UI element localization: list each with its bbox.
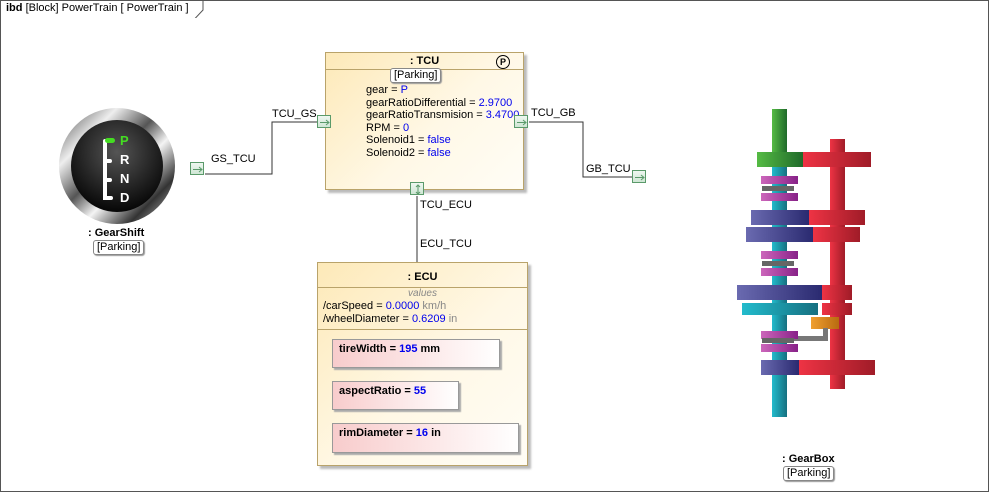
tcu-badge: P bbox=[496, 55, 510, 69]
port-gs-tcu[interactable] bbox=[190, 162, 204, 175]
port-gb-tcu[interactable] bbox=[632, 170, 646, 183]
port-tcu-gb[interactable] bbox=[514, 115, 528, 128]
arrow-right-icon bbox=[517, 119, 527, 126]
gear-position-r: R bbox=[120, 152, 130, 167]
part-tire-width[interactable]: tireWidth = 195 mm bbox=[332, 339, 500, 368]
arrow-bidirectional-icon bbox=[415, 184, 421, 195]
tcu-prop: gear = P bbox=[366, 84, 408, 96]
ecu-values: /carSpeed = 0.0000 km/h /wheelDiameter =… bbox=[323, 300, 457, 325]
tcu-prop: Solenoid1 = false bbox=[366, 134, 451, 147]
arrow-right-icon bbox=[193, 166, 203, 173]
tcu-prop: RPM = 0 bbox=[366, 121, 410, 134]
gearbox-name: : GearBox bbox=[782, 453, 835, 465]
gearshift-positions: P R N D bbox=[120, 131, 129, 207]
label-ecu-tcu: ECU_TCU bbox=[420, 238, 472, 250]
label-tcu-gb: TCU_GB bbox=[531, 107, 576, 119]
gear-position-p: P bbox=[120, 133, 129, 148]
label-tcu-gs: TCU_GS bbox=[272, 108, 317, 120]
gear-position-n: N bbox=[120, 171, 130, 186]
tcu-prop: gearRatioDifferential = 2.9700 bbox=[366, 96, 513, 109]
tcu-properties: gear = P gearRatioDifferential = 2.9700 … bbox=[366, 84, 519, 160]
tcu-block[interactable]: : TCU P [Parking] gear = P gearRatioDiff… bbox=[325, 52, 524, 190]
label-gs-tcu: GS_TCU bbox=[211, 153, 256, 165]
gearshift-state: [Parking] bbox=[93, 240, 145, 255]
ecu-value: /wheelDiameter = 0.6209 in bbox=[323, 312, 458, 325]
gear-position-d: D bbox=[120, 190, 130, 205]
label-gb-tcu: GB_TCU bbox=[586, 163, 631, 175]
part-aspect-ratio[interactable]: aspectRatio = 55 bbox=[332, 381, 459, 410]
gearshift-knob[interactable] bbox=[58, 108, 178, 228]
tcu-state: [Parking] bbox=[390, 68, 442, 83]
ecu-name: : ECU bbox=[407, 271, 438, 283]
ecu-values-heading: values bbox=[408, 288, 437, 299]
gearbox-image[interactable] bbox=[730, 100, 890, 420]
tcu-name: : TCU bbox=[409, 55, 440, 67]
arrow-right-icon bbox=[635, 174, 645, 181]
arrow-right-icon bbox=[320, 119, 330, 126]
port-tcu-ecu[interactable] bbox=[410, 182, 424, 195]
ecu-divider bbox=[318, 329, 527, 330]
part-rim-diameter[interactable]: rimDiameter = 16 in bbox=[332, 423, 519, 453]
tcu-prop: Solenoid2 = false bbox=[366, 146, 451, 159]
connector-gs-tcu bbox=[205, 121, 317, 175]
port-tcu-gs[interactable] bbox=[317, 115, 331, 128]
tcu-prop: gearRatioTransmision = 3.4700 bbox=[366, 109, 520, 122]
gearbox-state: [Parking] bbox=[783, 466, 835, 481]
gearshift-name: : GearShift bbox=[88, 227, 145, 239]
label-tcu-ecu: TCU_ECU bbox=[420, 199, 472, 211]
ecu-value: /carSpeed = 0.0000 km/h bbox=[323, 300, 447, 312]
ecu-block[interactable]: : ECU values /carSpeed = 0.0000 km/h /wh… bbox=[317, 262, 528, 466]
